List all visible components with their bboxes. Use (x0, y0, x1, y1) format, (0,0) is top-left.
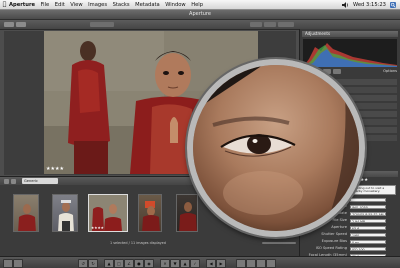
metadata-row: ISO Speed Rating ISO 100 (302, 246, 398, 251)
menu-view[interactable]: View (70, 2, 82, 8)
view-toggle-icon[interactable] (4, 178, 9, 184)
metadata-value[interactable]: f/5.6 (350, 225, 386, 230)
adjustments-header[interactable]: Adjustments (302, 31, 398, 37)
browser-filter-dropdown[interactable]: Generic (22, 178, 58, 184)
window-title: Aperture (189, 11, 211, 17)
thumbnail[interactable] (13, 194, 39, 232)
menu-images[interactable]: Images (88, 2, 107, 8)
toolbar-button[interactable] (278, 22, 294, 27)
menu-window[interactable]: Window (165, 2, 185, 8)
menubar-clock[interactable]: Wed 3:15:23 (353, 2, 386, 8)
loupe-magnifier[interactable] (187, 59, 365, 237)
menu-aperture[interactable]: Aperture (9, 2, 35, 8)
metadata-row: Exposure Bias 0 ev (302, 239, 398, 244)
thumbnail-image (142, 201, 160, 231)
rgb-button[interactable] (333, 69, 341, 74)
thumbnail-rating: ★★★★ (91, 226, 104, 230)
spotlight-icon[interactable] (390, 1, 396, 8)
metadata-label: ISO Speed Rating (315, 246, 347, 250)
menu-edit[interactable]: Edit (55, 2, 65, 8)
thumbnail-selected[interactable]: ★★★★ (88, 194, 128, 232)
view-toggle-icon[interactable] (11, 178, 16, 184)
toolbar-button[interactable] (250, 22, 262, 27)
metadata-value[interactable]: 1/60 (350, 232, 386, 237)
photo-rating[interactable]: ★★★★ (46, 166, 64, 172)
metadata-value[interactable]: 7/20/05 8:55:32 AM (350, 211, 386, 216)
toolbar-button[interactable] (16, 22, 26, 27)
menu-file[interactable]: File (41, 2, 50, 8)
thumbnail[interactable] (176, 194, 198, 232)
browser-status: 1 selected / 11 images displayed (110, 241, 166, 245)
metadata-label: Shutter Speed (321, 232, 347, 236)
metadata-value[interactable] (350, 197, 386, 202)
bottom-toolbar: ↺ ↻ ▲ □ ∠ ● ◉ ✕ ▼ ▲ ✓ ◀ ▶ (0, 256, 400, 268)
metadata-row: Shutter Speed 1/60 (302, 232, 398, 237)
window-titlebar: Aperture (0, 10, 400, 27)
histogram (303, 39, 397, 67)
metadata-value[interactable]: 0 ev (350, 239, 386, 244)
thumbnail-size-slider[interactable] (262, 242, 296, 244)
toolbar-button[interactable] (90, 22, 114, 27)
metadata-value[interactable]: IMG_0255 (350, 204, 386, 209)
thumbnail-image (179, 202, 197, 231)
apple-menu-icon[interactable]:  (0, 1, 9, 8)
thumbnail-image (18, 204, 36, 231)
toolbar-button[interactable] (4, 22, 14, 27)
menu-help[interactable]: Help (191, 2, 203, 8)
thumbnail-image (58, 200, 74, 231)
toolbar-button[interactable] (264, 22, 276, 27)
metadata-value[interactable]: ISO 100 (350, 246, 386, 251)
menu-stacks[interactable]: Stacks (113, 2, 130, 8)
loupe-magnified-image (193, 65, 359, 231)
metadata-value[interactable]: 2.94 MB (350, 218, 386, 223)
thumbnail[interactable] (52, 194, 78, 232)
menu-metadata[interactable]: Metadata (135, 2, 160, 8)
metadata-label: Exposure Bias (321, 239, 347, 243)
menu-bar:  Aperture File Edit View Images Stacks … (0, 0, 400, 10)
thumbnail[interactable] (138, 194, 162, 232)
options-button[interactable]: Options (383, 69, 397, 75)
volume-icon[interactable] (342, 1, 349, 8)
